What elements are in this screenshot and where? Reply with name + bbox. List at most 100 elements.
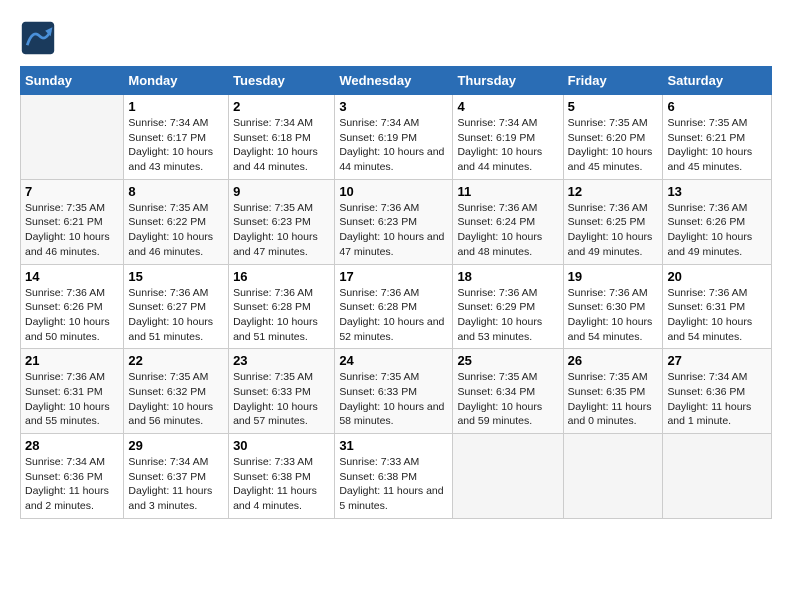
day-number: 27 [667,353,767,368]
header-monday: Monday [124,67,229,95]
day-info: Sunrise: 7:35 AMSunset: 6:33 PMDaylight:… [339,370,448,429]
calendar-cell: 1 Sunrise: 7:34 AMSunset: 6:17 PMDaylight… [124,95,229,180]
day-number: 24 [339,353,448,368]
calendar-cell: 18Sunrise: 7:36 AMSunset: 6:29 PMDayligh… [453,264,563,349]
logo [20,20,60,56]
calendar-cell: 3 Sunrise: 7:34 AMSunset: 6:19 PMDaylight… [335,95,453,180]
day-info: Sunrise: 7:36 AMSunset: 6:23 PMDaylight:… [339,201,448,260]
day-info: Sunrise: 7:34 AMSunset: 6:36 PMDaylight:… [25,455,119,514]
day-info: Sunrise: 7:35 AMSunset: 6:32 PMDaylight:… [128,370,224,429]
calendar-cell [453,434,563,519]
calendar-cell: 17Sunrise: 7:36 AMSunset: 6:28 PMDayligh… [335,264,453,349]
day-info: Sunrise: 7:34 AMSunset: 6:18 PMDaylight:… [233,116,330,175]
day-info: Sunrise: 7:34 AMSunset: 6:17 PMDaylight:… [128,116,224,175]
header-sunday: Sunday [21,67,124,95]
header-friday: Friday [563,67,663,95]
day-number: 5 [568,99,659,114]
day-info: Sunrise: 7:36 AMSunset: 6:29 PMDaylight:… [457,286,558,345]
day-info: Sunrise: 7:36 AMSunset: 6:26 PMDaylight:… [667,201,767,260]
day-info: Sunrise: 7:35 AMSunset: 6:34 PMDaylight:… [457,370,558,429]
day-info: Sunrise: 7:36 AMSunset: 6:26 PMDaylight:… [25,286,119,345]
calendar-cell: 31 Sunrise: 7:33 AMSunset: 6:38 PMDayligh… [335,434,453,519]
calendar-cell: 21 Sunrise: 7:36 AMSunset: 6:31 PMDayligh… [21,349,124,434]
calendar-cell: 30Sunrise: 7:33 AMSunset: 6:38 PMDayligh… [229,434,335,519]
day-info: Sunrise: 7:36 AMSunset: 6:31 PMDaylight:… [25,370,119,429]
header-wednesday: Wednesday [335,67,453,95]
day-info: Sunrise: 7:36 AMSunset: 6:24 PMDaylight:… [457,201,558,260]
calendar-cell [563,434,663,519]
day-info: Sunrise: 7:35 AMSunset: 6:23 PMDaylight:… [233,201,330,260]
calendar-cell: 6Sunrise: 7:35 AMSunset: 6:21 PMDaylight… [663,95,772,180]
calendar-cell: 20Sunrise: 7:36 AMSunset: 6:31 PMDayligh… [663,264,772,349]
header [20,20,772,56]
day-number: 6 [667,99,767,114]
calendar-cell: 14 Sunrise: 7:36 AMSunset: 6:26 PMDayligh… [21,264,124,349]
day-info: Sunrise: 7:35 AMSunset: 6:33 PMDaylight:… [233,370,330,429]
day-number: 25 [457,353,558,368]
page-container: SundayMondayTuesdayWednesdayThursdayFrid… [20,20,772,519]
day-number: 13 [667,184,767,199]
calendar-cell [663,434,772,519]
calendar-cell: 9Sunrise: 7:35 AMSunset: 6:23 PMDaylight… [229,179,335,264]
day-info: Sunrise: 7:36 AMSunset: 6:30 PMDaylight:… [568,286,659,345]
day-number: 3 [339,99,448,114]
day-number: 14 [25,269,119,284]
day-number: 19 [568,269,659,284]
day-number: 20 [667,269,767,284]
calendar-cell: 22 Sunrise: 7:35 AMSunset: 6:32 PMDayligh… [124,349,229,434]
day-number: 23 [233,353,330,368]
day-number: 11 [457,184,558,199]
calendar-body: 1 Sunrise: 7:34 AMSunset: 6:17 PMDaylight… [21,95,772,519]
day-info: Sunrise: 7:35 AMSunset: 6:20 PMDaylight:… [568,116,659,175]
week-row-1: 7 Sunrise: 7:35 AMSunset: 6:21 PMDaylight… [21,179,772,264]
calendar-cell: 5 Sunrise: 7:35 AMSunset: 6:20 PMDaylight… [563,95,663,180]
calendar-cell: 2 Sunrise: 7:34 AMSunset: 6:18 PMDaylight… [229,95,335,180]
logo-icon [20,20,56,56]
day-info: Sunrise: 7:33 AMSunset: 6:38 PMDaylight:… [339,455,448,514]
day-info: Sunrise: 7:34 AMSunset: 6:36 PMDaylight:… [667,370,767,429]
calendar-table: SundayMondayTuesdayWednesdayThursdayFrid… [20,66,772,519]
calendar-cell: 23 Sunrise: 7:35 AMSunset: 6:33 PMDayligh… [229,349,335,434]
day-number: 1 [128,99,224,114]
day-number: 12 [568,184,659,199]
day-info: Sunrise: 7:36 AMSunset: 6:28 PMDaylight:… [233,286,330,345]
calendar-cell: 12 Sunrise: 7:36 AMSunset: 6:25 PMDayligh… [563,179,663,264]
calendar-cell: 13 Sunrise: 7:36 AMSunset: 6:26 PMDayligh… [663,179,772,264]
day-number: 22 [128,353,224,368]
header-row: SundayMondayTuesdayWednesdayThursdayFrid… [21,67,772,95]
day-number: 7 [25,184,119,199]
week-row-4: 28 Sunrise: 7:34 AMSunset: 6:36 PMDayligh… [21,434,772,519]
day-number: 10 [339,184,448,199]
day-info: Sunrise: 7:34 AMSunset: 6:37 PMDaylight:… [128,455,224,514]
calendar-cell: 7 Sunrise: 7:35 AMSunset: 6:21 PMDaylight… [21,179,124,264]
day-number: 21 [25,353,119,368]
day-info: Sunrise: 7:35 AMSunset: 6:35 PMDaylight:… [568,370,659,429]
calendar-cell: 11 Sunrise: 7:36 AMSunset: 6:24 PMDayligh… [453,179,563,264]
day-number: 31 [339,438,448,453]
day-number: 29 [128,438,224,453]
calendar-cell: 24 Sunrise: 7:35 AMSunset: 6:33 PMDayligh… [335,349,453,434]
calendar-cell: 19 Sunrise: 7:36 AMSunset: 6:30 PMDayligh… [563,264,663,349]
calendar-cell [21,95,124,180]
day-info: Sunrise: 7:34 AMSunset: 6:19 PMDaylight:… [457,116,558,175]
header-saturday: Saturday [663,67,772,95]
day-info: Sunrise: 7:36 AMSunset: 6:25 PMDaylight:… [568,201,659,260]
week-row-0: 1 Sunrise: 7:34 AMSunset: 6:17 PMDaylight… [21,95,772,180]
day-info: Sunrise: 7:36 AMSunset: 6:28 PMDaylight:… [339,286,448,345]
week-row-2: 14 Sunrise: 7:36 AMSunset: 6:26 PMDayligh… [21,264,772,349]
day-info: Sunrise: 7:34 AMSunset: 6:19 PMDaylight:… [339,116,448,175]
day-info: Sunrise: 7:35 AMSunset: 6:22 PMDaylight:… [128,201,224,260]
day-number: 28 [25,438,119,453]
header-thursday: Thursday [453,67,563,95]
header-tuesday: Tuesday [229,67,335,95]
calendar-cell: 29 Sunrise: 7:34 AMSunset: 6:37 PMDayligh… [124,434,229,519]
day-number: 30 [233,438,330,453]
calendar-cell: 28 Sunrise: 7:34 AMSunset: 6:36 PMDayligh… [21,434,124,519]
day-number: 2 [233,99,330,114]
calendar-cell: 15Sunrise: 7:36 AMSunset: 6:27 PMDayligh… [124,264,229,349]
calendar-header: SundayMondayTuesdayWednesdayThursdayFrid… [21,67,772,95]
day-info: Sunrise: 7:35 AMSunset: 6:21 PMDaylight:… [25,201,119,260]
calendar-cell: 8Sunrise: 7:35 AMSunset: 6:22 PMDaylight… [124,179,229,264]
day-number: 26 [568,353,659,368]
calendar-cell: 16Sunrise: 7:36 AMSunset: 6:28 PMDayligh… [229,264,335,349]
